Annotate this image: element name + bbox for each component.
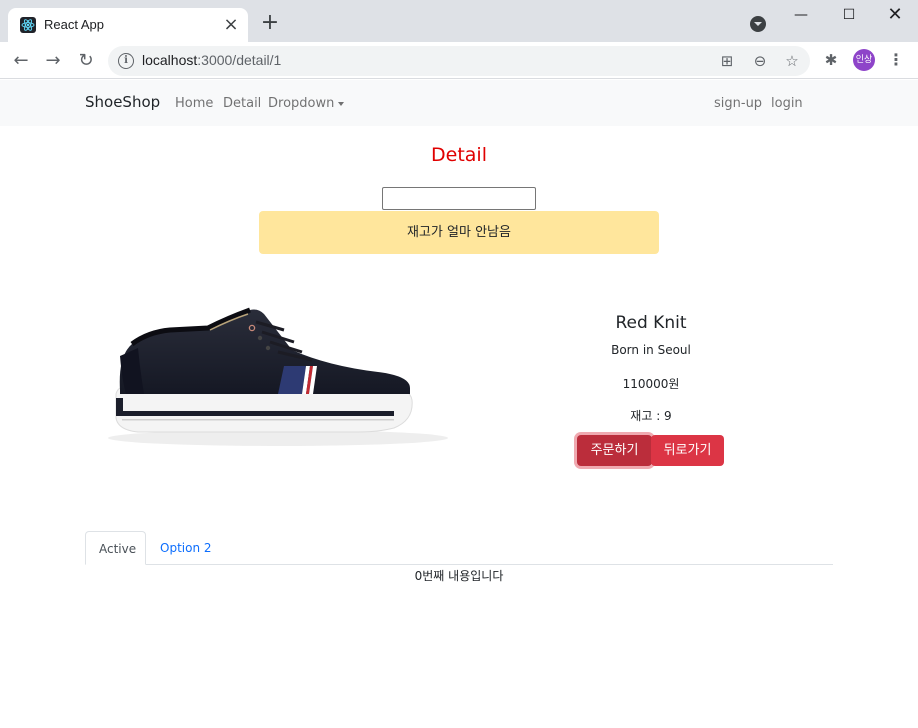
back-button[interactable]: 뒤로가기 bbox=[651, 435, 724, 466]
address-bar[interactable]: i localhost:3000/detail/1 ⊞ ⊖ ☆ bbox=[108, 46, 810, 76]
maximize-icon[interactable]: ☐ bbox=[826, 4, 872, 26]
tab-active[interactable]: Active bbox=[85, 531, 146, 565]
url-path: :3000/detail/1 bbox=[197, 52, 282, 68]
nav-link-detail[interactable]: Detail bbox=[223, 96, 261, 111]
react-logo-icon bbox=[20, 17, 36, 33]
tab-close-icon[interactable]: × bbox=[222, 16, 240, 34]
menu-kebab-icon[interactable]: ⋮ bbox=[888, 49, 904, 71]
product-stock: 재고 : 9 bbox=[630, 409, 672, 423]
tab-title: React App bbox=[44, 17, 104, 32]
site-info-icon[interactable]: i bbox=[118, 53, 134, 69]
minimize-icon[interactable]: — bbox=[778, 4, 824, 26]
app-navbar: ShoeShop Home Detail Dropdown sign-up lo… bbox=[0, 80, 918, 126]
nav-dropdown[interactable]: Dropdown bbox=[268, 96, 345, 111]
nav-link-login[interactable]: login bbox=[771, 96, 803, 111]
stock-alert: 재고가 얼마 안남음 bbox=[259, 211, 659, 254]
url-text[interactable]: localhost:3000/detail/1 bbox=[142, 52, 281, 68]
order-button[interactable]: 주문하기 bbox=[577, 435, 652, 466]
tab-content: 0번째 내용입니다 bbox=[414, 569, 504, 583]
nav-link-home[interactable]: Home bbox=[175, 96, 213, 111]
browser-toolbar: ← → ↻ i localhost:3000/detail/1 ⊞ ⊖ ☆ bbox=[0, 42, 918, 79]
bookmark-star-icon[interactable]: ☆ bbox=[783, 52, 801, 70]
url-host: localhost bbox=[142, 52, 198, 68]
product-name: Red Knit bbox=[615, 313, 687, 333]
back-arrow-icon[interactable]: ← bbox=[8, 48, 34, 74]
caret-down-icon bbox=[338, 101, 345, 106]
browser-tab[interactable]: React App × bbox=[8, 8, 248, 42]
forward-arrow-icon[interactable]: → bbox=[40, 48, 66, 74]
nav-dropdown-label: Dropdown bbox=[268, 96, 335, 111]
navbar-brand[interactable]: ShoeShop bbox=[85, 93, 160, 111]
page-title: Detail bbox=[431, 144, 487, 166]
nav-link-signup[interactable]: sign-up bbox=[714, 96, 762, 111]
tab-option-2[interactable]: Option 2 bbox=[147, 531, 225, 565]
browser-tabstrip: React App × + — ☐ ✕ bbox=[0, 0, 918, 42]
tab-search-icon[interactable] bbox=[750, 16, 766, 32]
product-price: 110000원 bbox=[622, 377, 680, 391]
product-description: Born in Seoul bbox=[611, 343, 691, 357]
reload-icon[interactable]: ↻ bbox=[73, 48, 99, 74]
profile-avatar[interactable]: 인상 bbox=[853, 49, 875, 71]
product-image bbox=[108, 307, 448, 446]
translate-icon[interactable]: ⊞ bbox=[718, 52, 736, 70]
new-tab-icon[interactable]: + bbox=[258, 12, 282, 36]
close-window-icon[interactable]: ✕ bbox=[872, 4, 918, 26]
zoom-out-icon[interactable]: ⊖ bbox=[751, 52, 769, 70]
text-input[interactable] bbox=[382, 187, 536, 210]
extensions-icon[interactable]: ✱ bbox=[822, 51, 840, 69]
